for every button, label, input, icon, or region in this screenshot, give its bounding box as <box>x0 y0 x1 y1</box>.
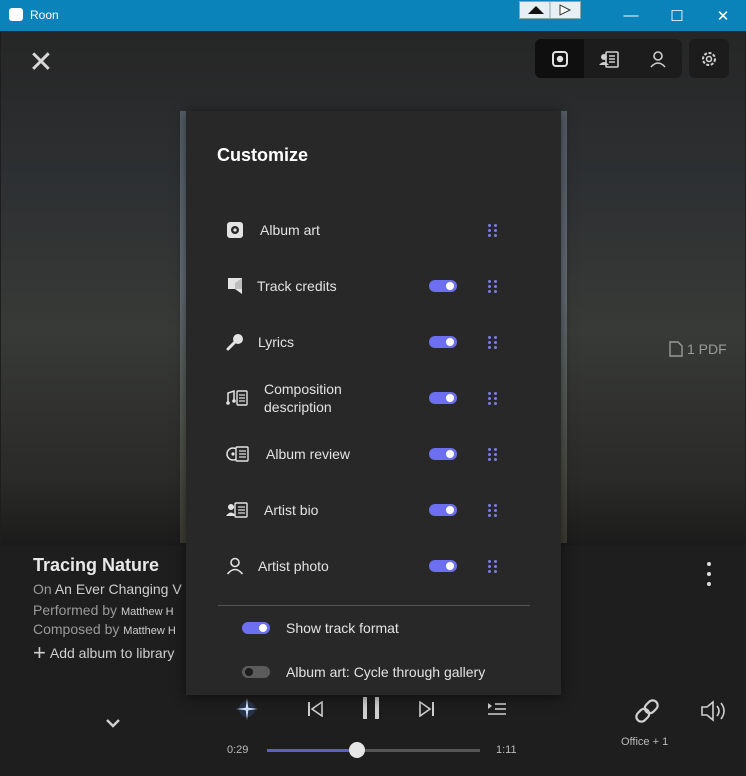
performed-prefix: Performed by <box>33 602 118 618</box>
customize-title: Customize <box>217 145 309 165</box>
window-close-button[interactable]: ✕ <box>700 0 746 31</box>
pause-icon[interactable] <box>357 693 385 723</box>
show-track-format-toggle[interactable] <box>242 622 270 634</box>
seek-progress <box>267 749 357 752</box>
row-label: Track credits <box>257 278 337 294</box>
now-playing-screen: ✕ 1 PDF Tracing Nature On An Ever Changi… <box>1 31 745 775</box>
album-art-icon <box>226 221 244 239</box>
drag-handle-icon[interactable] <box>488 560 498 574</box>
row-label: Lyrics <box>258 334 295 350</box>
divider <box>218 605 530 606</box>
row-label: Album review <box>266 446 351 462</box>
option-label: Album art: Cycle through gallery <box>286 664 486 680</box>
composition-description-toggle[interactable] <box>429 392 457 404</box>
on-prefix: On <box>33 581 52 597</box>
queue-icon[interactable] <box>485 698 509 720</box>
next-track-icon[interactable] <box>415 697 439 721</box>
customize-row-artist-bio[interactable]: Artist bio <box>226 490 546 530</box>
drag-handle-icon[interactable] <box>488 280 498 294</box>
track-credits-toggle[interactable] <box>429 280 457 292</box>
plus-icon: + <box>33 640 46 665</box>
customize-row-composition-description[interactable]: Composition description <box>226 378 546 418</box>
track-credits-icon <box>226 277 244 295</box>
customize-row-album-review[interactable]: Album review <box>226 434 546 474</box>
document-icon <box>669 341 683 357</box>
scroll-arrows-widget[interactable] <box>519 1 581 19</box>
drag-handle-icon[interactable] <box>488 336 498 350</box>
album-review-icon <box>226 445 250 463</box>
maximize-button[interactable]: ☐ <box>654 0 700 31</box>
composition-icon <box>226 389 248 407</box>
close-now-playing-button[interactable]: ✕ <box>21 43 61 83</box>
row-label: Artist photo <box>258 558 329 574</box>
option-show-track-format[interactable]: Show track format <box>242 617 532 639</box>
performed-line: Performed by Matthew H <box>33 602 174 618</box>
scroll-up-icon <box>528 2 572 18</box>
album-line: On An Ever Changing V <box>33 581 182 597</box>
elapsed-time: 0:29 <box>227 744 249 756</box>
album-link[interactable]: An Ever Changing V <box>55 581 182 597</box>
customize-row-track-credits[interactable]: Track credits <box>226 266 546 306</box>
artist-bio-icon <box>226 501 248 519</box>
microphone-icon <box>226 333 244 351</box>
customize-panel: Customize Album art Track credits Lyrics… <box>186 111 561 695</box>
add-to-library-button[interactable]: + Add album to library <box>33 640 175 665</box>
gear-icon[interactable] <box>689 39 729 78</box>
composer-link[interactable]: Matthew H <box>123 625 176 637</box>
row-label: Album art <box>260 222 320 238</box>
artist-view-icon[interactable] <box>633 39 682 78</box>
window-title: Roon <box>30 8 59 22</box>
cycle-gallery-toggle[interactable] <box>242 666 270 678</box>
drag-handle-icon[interactable] <box>488 504 498 518</box>
roon-logo-icon <box>9 8 23 21</box>
drag-handle-icon[interactable] <box>488 448 498 462</box>
customize-row-lyrics[interactable]: Lyrics <box>226 322 546 362</box>
option-label: Show track format <box>286 620 399 636</box>
drag-handle-icon[interactable] <box>488 224 498 238</box>
option-cycle-gallery[interactable]: Album art: Cycle through gallery <box>242 661 542 683</box>
total-time: 1:11 <box>496 744 517 756</box>
zone-name[interactable]: Office + 1 <box>621 736 668 748</box>
seek-handle[interactable] <box>349 742 365 758</box>
row-label: Artist bio <box>264 502 319 518</box>
drag-handle-icon[interactable] <box>488 392 498 406</box>
composed-line: Composed by Matthew H <box>33 621 176 637</box>
more-options-icon[interactable] <box>701 562 717 586</box>
performer-link[interactable]: Matthew H <box>121 606 174 618</box>
chevron-down-icon[interactable] <box>101 713 125 733</box>
lyrics-toggle[interactable] <box>429 336 457 348</box>
volume-icon[interactable] <box>699 698 731 724</box>
view-switcher <box>535 39 682 78</box>
album-art-view-icon[interactable] <box>535 39 584 78</box>
row-label: Composition description <box>264 378 342 418</box>
row-label-line2: description <box>264 399 332 415</box>
album-review-toggle[interactable] <box>429 448 457 460</box>
previous-track-icon[interactable] <box>303 697 327 721</box>
link-icon[interactable] <box>631 695 663 727</box>
customize-row-album-art[interactable]: Album art <box>226 210 546 250</box>
customize-row-artist-photo[interactable]: Artist photo <box>226 546 546 586</box>
row-label-line1: Composition <box>264 381 342 397</box>
track-title[interactable]: Tracing Nature <box>33 555 159 576</box>
credits-view-icon[interactable] <box>584 39 633 78</box>
add-to-library-label: Add album to library <box>49 645 175 661</box>
minimize-button[interactable]: — <box>608 0 654 31</box>
artist-photo-icon <box>226 557 244 575</box>
pdf-link[interactable]: 1 PDF <box>669 341 727 357</box>
radio-star-icon[interactable] <box>233 695 261 723</box>
composed-prefix: Composed by <box>33 621 120 637</box>
artist-photo-toggle[interactable] <box>429 560 457 572</box>
pdf-label: 1 PDF <box>687 341 727 357</box>
artist-bio-toggle[interactable] <box>429 504 457 516</box>
